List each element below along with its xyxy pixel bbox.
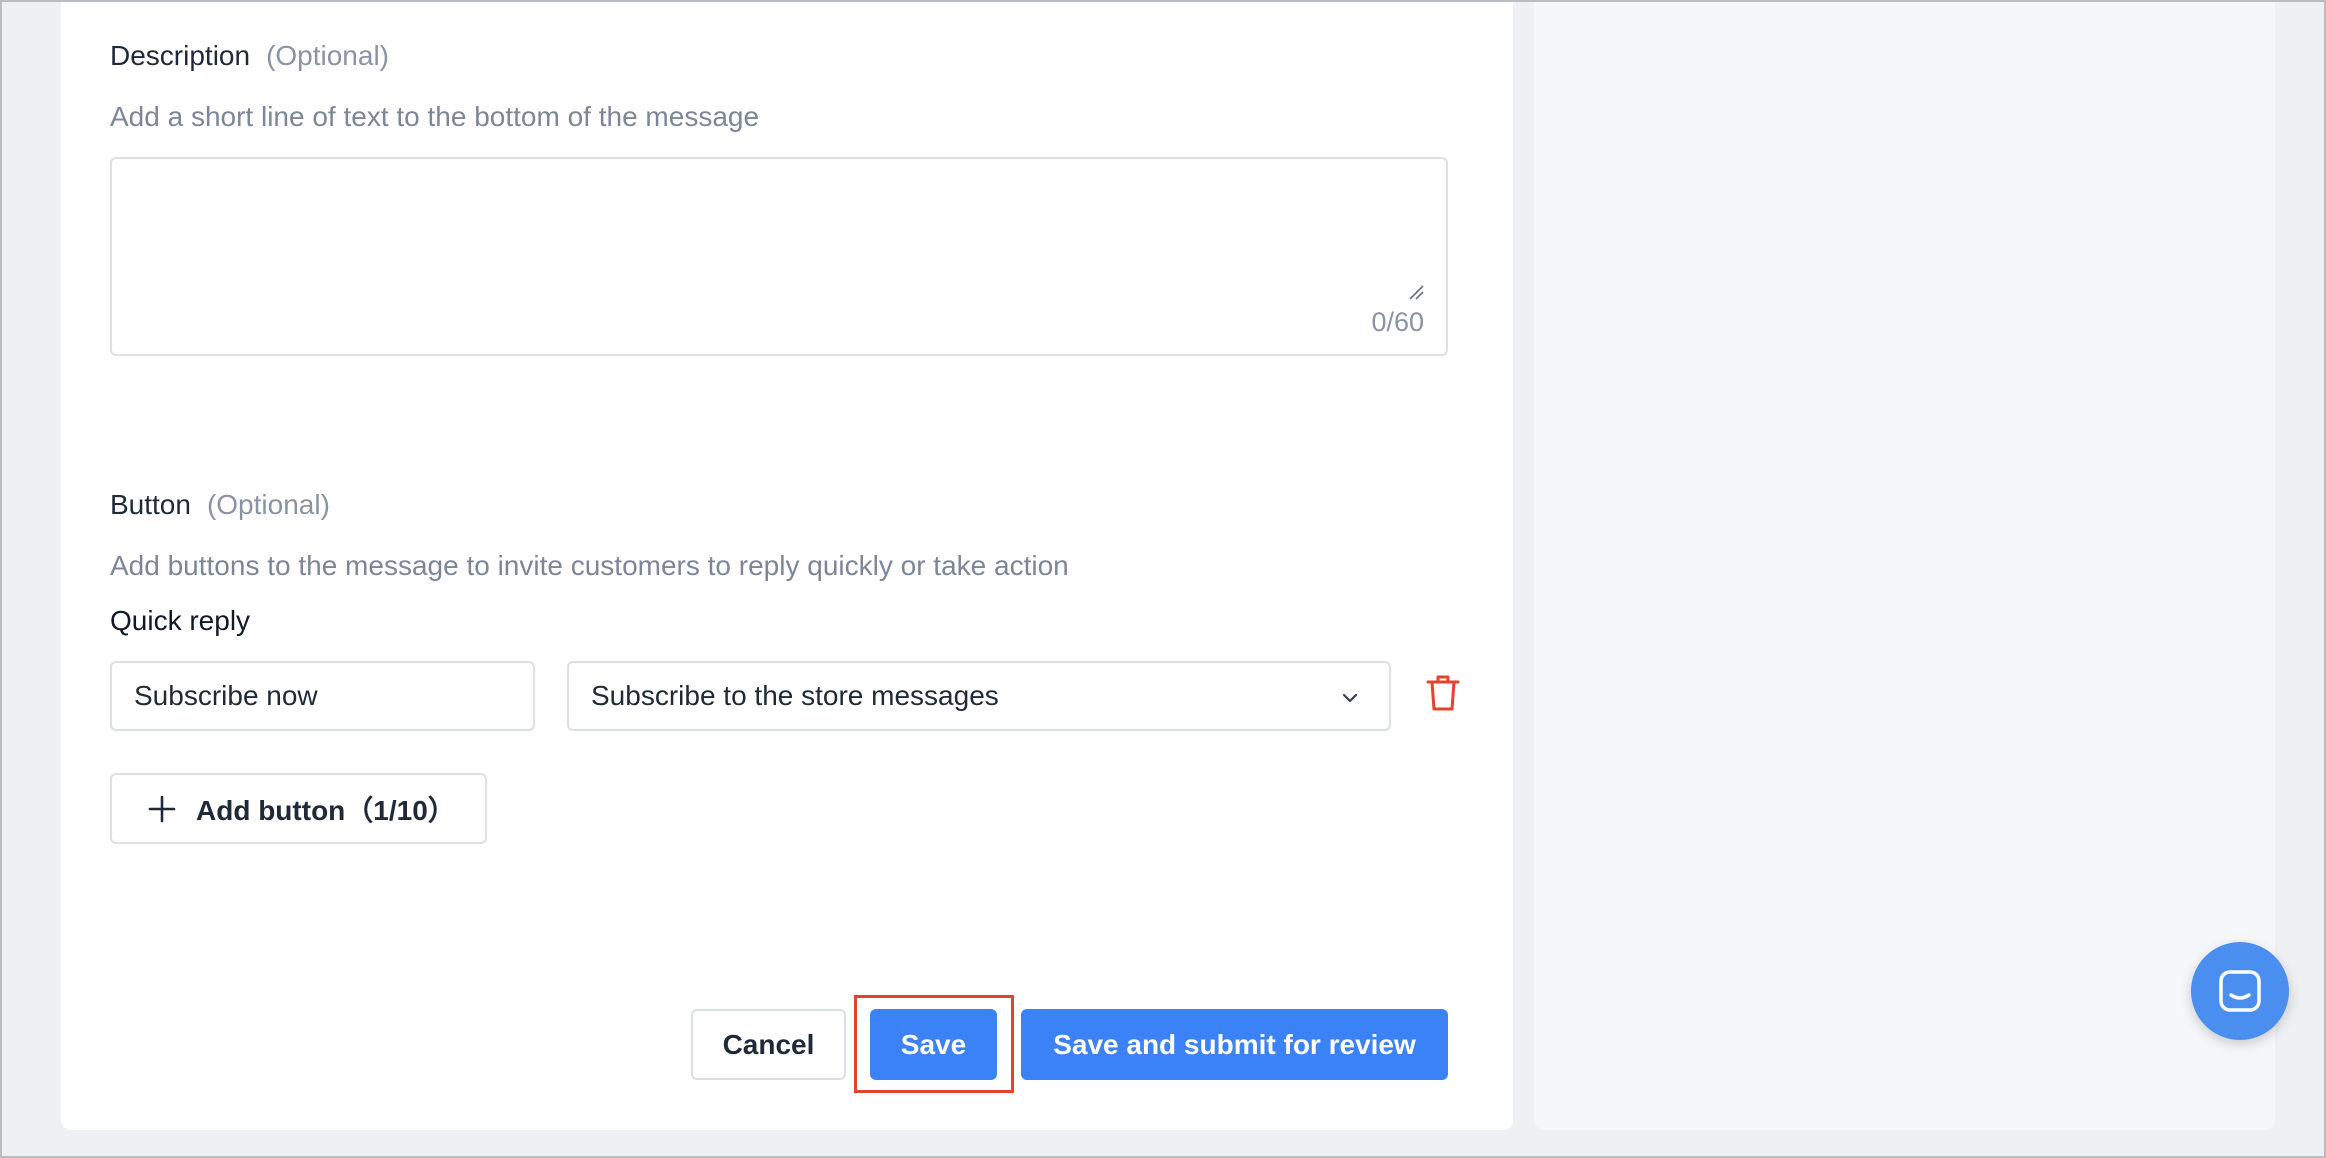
chat-icon: [2219, 970, 2261, 1012]
save-button[interactable]: Save: [870, 1009, 997, 1080]
button-section-title: Button (Optional): [110, 489, 330, 521]
button-section-label: Button: [110, 489, 191, 520]
quick-reply-action-value: Subscribe to the store messages: [591, 680, 999, 711]
quick-reply-action-select[interactable]: Subscribe to the store messages: [567, 661, 1391, 731]
quick-reply-label: Quick reply: [110, 605, 251, 636]
quick-reply-text-input[interactable]: Subscribe now: [110, 661, 535, 731]
add-button[interactable]: Add button（1/10）: [110, 773, 487, 844]
description-label: Description: [110, 40, 251, 71]
description-char-counter: 0/60: [1371, 307, 1424, 337]
chevron-down-icon: [1342, 693, 1358, 703]
preview-panel: [1534, 2, 2275, 1130]
resize-handle-icon[interactable]: [1408, 284, 1424, 300]
description-optional-tag: (Optional): [266, 40, 389, 71]
save-and-submit-button[interactable]: Save and submit for review: [1021, 1009, 1448, 1080]
chat-launcher-button[interactable]: [2191, 942, 2289, 1040]
description-title: Description (Optional): [110, 40, 389, 72]
description-hint: Add a short line of text to the bottom o…: [110, 101, 760, 132]
plus-icon: [148, 795, 176, 822]
trash-icon[interactable]: [1426, 674, 1460, 712]
button-optional-tag: (Optional): [206, 489, 330, 520]
quick-reply-text-value: Subscribe now: [134, 680, 318, 711]
add-button-label: Add button（1/10）: [196, 794, 456, 826]
cancel-button[interactable]: Cancel: [691, 1009, 846, 1080]
button-section-hint: Add buttons to the message to invite cus…: [110, 550, 1069, 581]
app-window: Description (Optional) Add a short line o…: [0, 0, 2326, 1158]
description-textarea[interactable]: 0/60: [110, 157, 1448, 356]
